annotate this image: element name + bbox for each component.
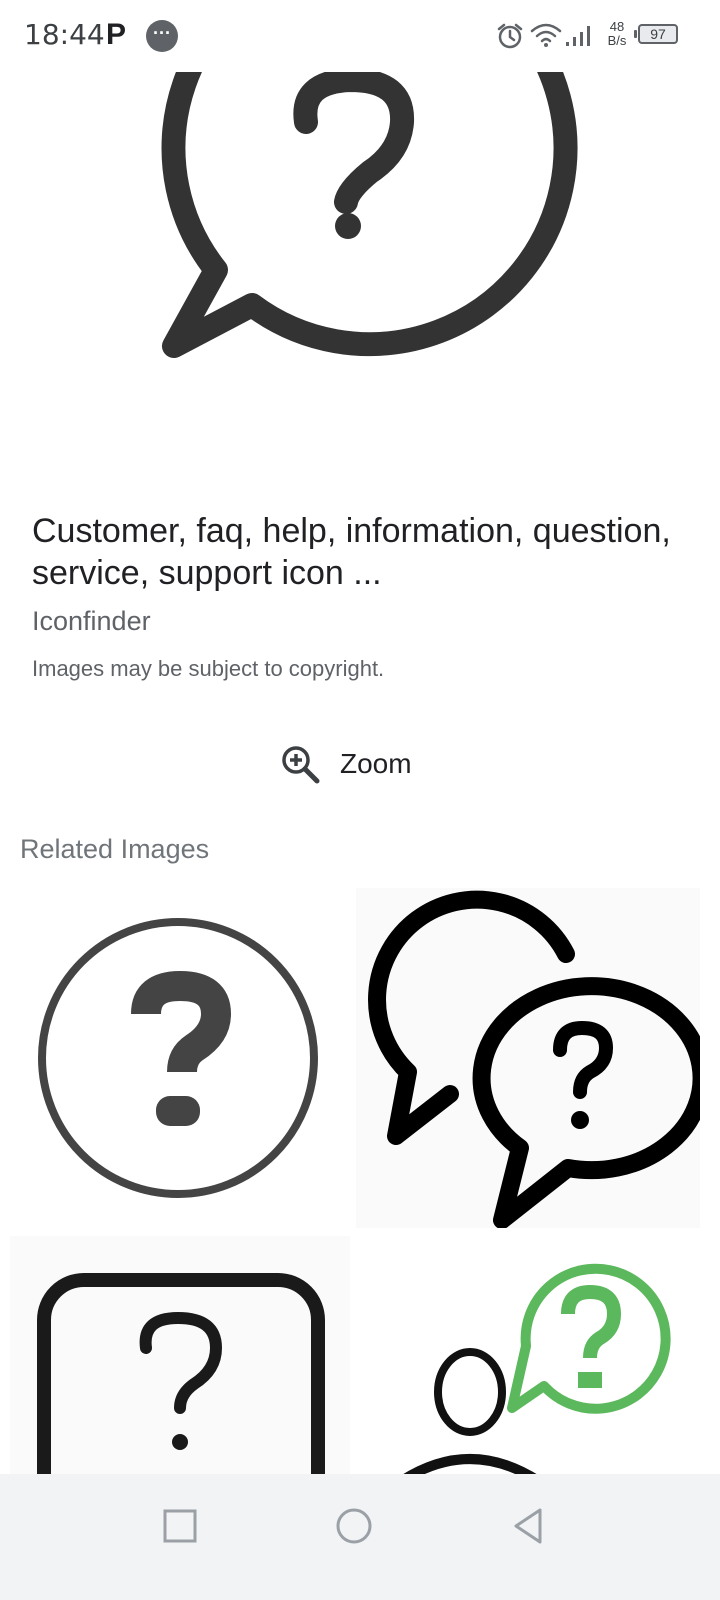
wifi-icon	[530, 23, 562, 47]
main-image[interactable]	[0, 0, 720, 472]
zoom-button[interactable]: Zoom	[280, 738, 440, 790]
battery-icon: 97	[638, 24, 678, 44]
recent-apps-button[interactable]	[156, 1502, 204, 1550]
signal-icon	[566, 26, 590, 46]
status-time: 18:44	[24, 18, 105, 51]
user-question-bubble-icon	[400, 1263, 671, 1476]
parking-notification-icon: P	[106, 18, 127, 51]
battery-tip	[634, 30, 637, 38]
related-image-4[interactable]	[356, 1236, 700, 1476]
question-circle-icon	[38, 918, 318, 1198]
related-images-heading: Related Images	[20, 834, 210, 864]
navigation-bar	[0, 1474, 720, 1600]
question-chat-bubbles-icon	[368, 890, 700, 1228]
related-image-2[interactable]	[356, 888, 700, 1228]
image-title[interactable]: Customer, faq, help, information, questi…	[32, 510, 692, 594]
network-speed-unit: B/s	[607, 33, 627, 48]
message-notification-icon: ···	[146, 20, 178, 52]
image-source[interactable]: Iconfinder	[32, 606, 151, 637]
question-rounded-square-icon	[37, 1273, 325, 1476]
home-button[interactable]	[330, 1502, 378, 1550]
copyright-notice: Images may be subject to copyright.	[32, 656, 385, 681]
related-image-1[interactable]	[10, 888, 350, 1228]
back-button[interactable]	[504, 1502, 552, 1550]
screen: 18:44 P ··· 48 B/s 97 Customer, faq, hel…	[0, 0, 720, 1600]
zoom-label: Zoom	[340, 748, 412, 779]
related-image-3[interactable]	[10, 1236, 350, 1476]
zoom-in-icon	[282, 746, 320, 784]
status-bar: 18:44 P ··· 48 B/s 97	[0, 0, 720, 72]
network-speed-value: 48	[609, 19, 625, 34]
network-speed: 48 B/s	[606, 20, 628, 48]
alarm-icon	[497, 23, 523, 49]
question-speech-bubble-icon	[161, 0, 578, 358]
